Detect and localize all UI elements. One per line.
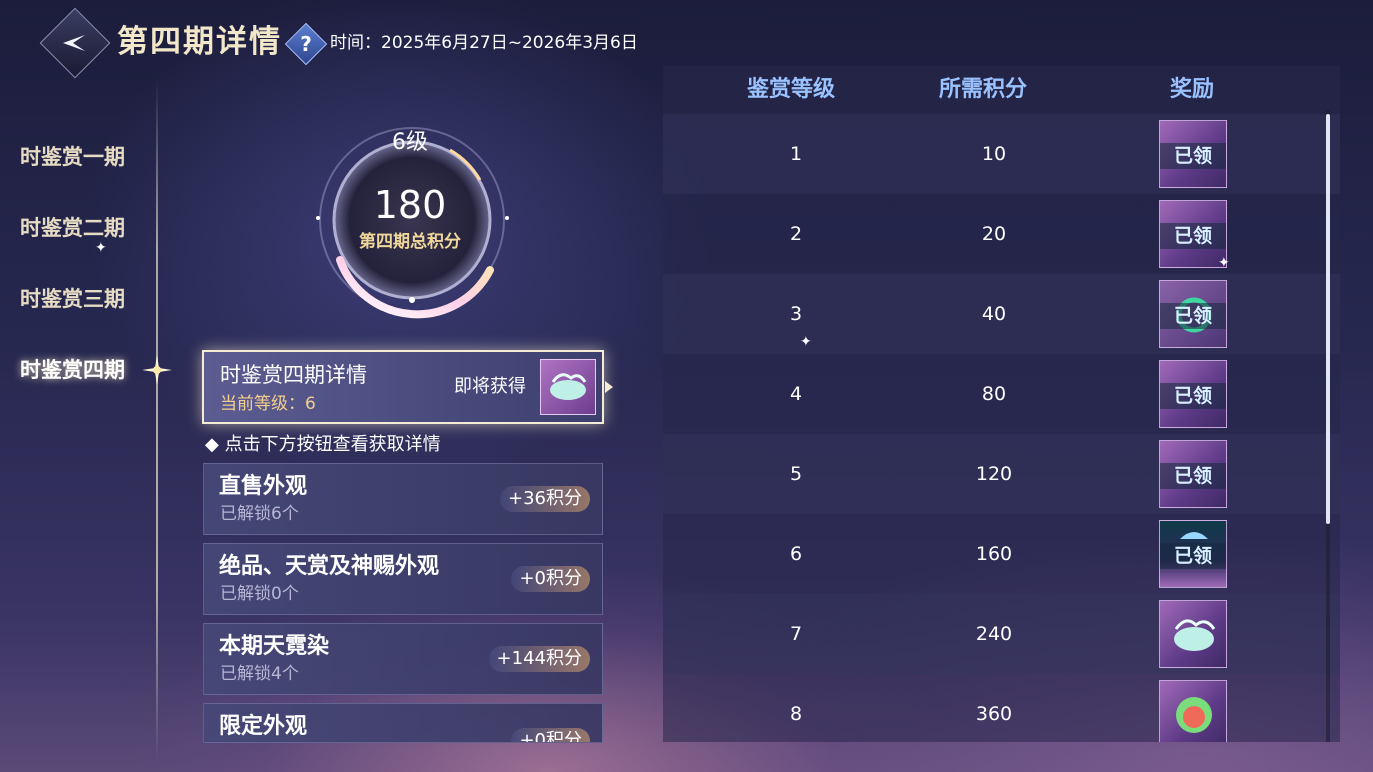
period-detail-card[interactable]: 时鉴赏四期详情 当前等级：6 即将获得	[202, 350, 604, 424]
row-points: 240	[975, 623, 1013, 645]
table-row: 7 240	[663, 594, 1340, 674]
row-points: 120	[975, 463, 1013, 485]
hint-text: ◆ 点击下方按钮查看获取详情	[205, 434, 441, 455]
reward-item[interactable]: 已领	[1159, 120, 1227, 188]
claimed-label: 已领	[1160, 143, 1226, 169]
reward-item[interactable]: 已领	[1159, 440, 1227, 508]
source-title: 直售外观	[219, 473, 308, 499]
claimed-label: 已领	[1160, 303, 1226, 329]
row-points: 10	[981, 143, 1007, 165]
table-row: 3 40 已领	[663, 274, 1340, 354]
nav-item-period-4[interactable]: 时鉴赏四期	[20, 355, 125, 385]
detail-pointer-icon	[605, 381, 613, 393]
source-title: 绝品、天赏及神赐外观	[219, 553, 440, 579]
source-points-badge: +0积分	[511, 566, 590, 592]
level-label: 6级	[392, 130, 428, 155]
table-row: 6 160 已领	[663, 514, 1340, 594]
detail-title: 时鉴赏四期详情	[220, 363, 367, 387]
row-level: 4	[789, 383, 803, 405]
table-row: 5 120 已领	[663, 434, 1340, 514]
upcoming-label: 即将获得	[454, 376, 526, 397]
sparkle-icon: ✦	[1218, 255, 1230, 271]
reward-item[interactable]: 已领	[1159, 520, 1227, 588]
source-points-badge: +36积分	[500, 486, 590, 512]
watermelon-icon	[1176, 697, 1212, 733]
table-header: 鉴赏等级 所需积分 奖励	[663, 66, 1340, 114]
source-title: 限定外观	[219, 713, 308, 739]
reward-item[interactable]	[1159, 600, 1227, 668]
total-score: 180	[373, 183, 447, 227]
row-level: 2	[789, 223, 803, 245]
row-level: 6	[789, 543, 803, 565]
scrollbar-thumb[interactable]	[1326, 114, 1330, 524]
mount-icon	[1174, 619, 1216, 651]
back-arrow-icon	[63, 35, 85, 51]
row-points: 20	[981, 223, 1007, 245]
sparkle-icon: ✦	[800, 334, 812, 350]
sparkle-icon: ✦	[95, 240, 107, 256]
nav-item-period-1[interactable]: 时鉴赏一期	[20, 142, 125, 172]
source-title: 本期天霓染	[219, 633, 330, 659]
source-unlocked: 已解锁0个	[220, 584, 299, 604]
table-row: 1 10 已领	[663, 114, 1340, 194]
table-row: 8 360	[663, 674, 1340, 742]
back-button[interactable]	[39, 7, 111, 79]
source-card-direct-sale[interactable]: 直售外观 已解锁6个 +36积分	[203, 463, 603, 535]
reward-item[interactable]: 已领	[1159, 200, 1227, 268]
umbrella-icon	[1180, 532, 1208, 539]
mount-icon	[550, 373, 587, 400]
row-points: 40	[981, 303, 1007, 325]
period-text: 时间：2025年6月27日~2026年3月6日	[330, 33, 638, 53]
claimed-label: 已领	[1160, 463, 1226, 489]
reward-item[interactable]: 已领	[1159, 360, 1227, 428]
current-level: 当前等级：6	[220, 394, 316, 414]
row-level: 3	[789, 303, 803, 325]
active-star-icon	[142, 355, 172, 385]
table-row: 4 80 已领	[663, 354, 1340, 434]
row-level: 1	[789, 143, 803, 165]
source-unlocked: 已解锁4个	[220, 664, 299, 684]
header-level: 鉴赏等级	[747, 77, 836, 102]
row-points: 160	[975, 543, 1013, 565]
source-card-dye[interactable]: 本期天霓染 已解锁4个 +144积分	[203, 623, 603, 695]
nav-divider	[156, 80, 158, 760]
row-level: 5	[789, 463, 803, 485]
source-card-premium[interactable]: 绝品、天赏及神赐外观 已解锁0个 +0积分	[203, 543, 603, 615]
row-points: 360	[975, 703, 1013, 725]
source-card-limited[interactable]: 限定外观 +0积分	[203, 703, 603, 743]
row-level: 8	[789, 703, 803, 725]
claimed-label: 已领	[1160, 223, 1226, 249]
score-caption: 第四期总积分	[359, 232, 461, 252]
source-points-badge: +144积分	[488, 646, 590, 672]
header-points: 所需积分	[939, 77, 1028, 102]
reward-item[interactable]	[1159, 680, 1227, 742]
header-reward: 奖励	[1170, 77, 1215, 102]
claimed-label: 已领	[1160, 543, 1226, 569]
claimed-label: 已领	[1160, 383, 1226, 409]
row-points: 80	[981, 383, 1007, 405]
page-title: 第四期详情	[117, 24, 282, 60]
nav-item-period-2[interactable]: 时鉴赏二期	[20, 213, 125, 243]
source-points-badge: +0积分	[511, 728, 590, 742]
source-unlocked: 已解锁6个	[220, 504, 299, 524]
question-icon[interactable]: ?	[284, 22, 328, 66]
row-level: 7	[789, 623, 803, 645]
reward-item[interactable]: 已领	[1159, 280, 1227, 348]
nav-item-period-3[interactable]: 时鉴赏三期	[20, 284, 125, 314]
upcoming-reward-thumbnail	[540, 359, 596, 415]
table-row: 2 20 已领	[663, 194, 1340, 274]
rewards-table: 鉴赏等级 所需积分 奖励 1 10 已领 2 20 已领 3 40 已领 4 8…	[663, 66, 1340, 742]
